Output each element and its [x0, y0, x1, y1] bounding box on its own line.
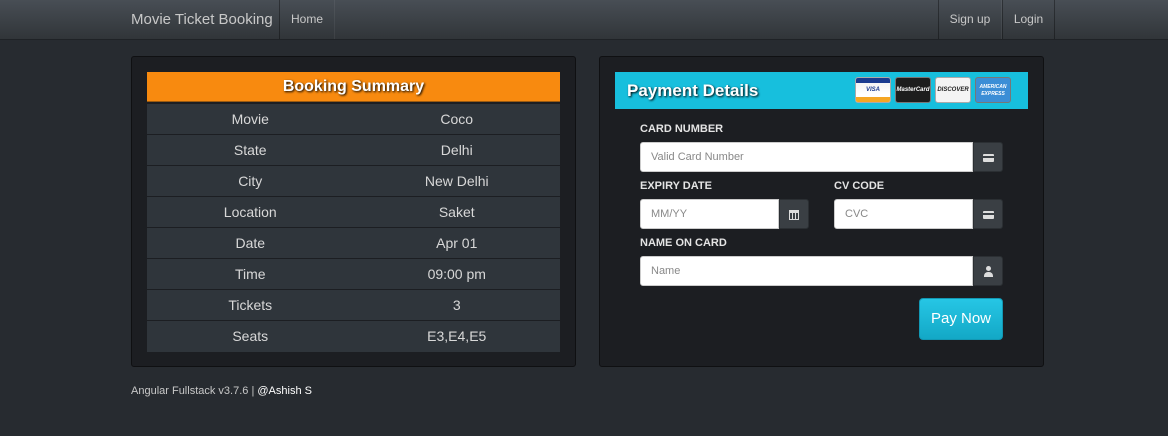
row-label: State: [147, 134, 354, 166]
row-label: Seats: [147, 320, 354, 352]
payment-title: Payment Details: [627, 81, 759, 100]
row-value: Apr 01: [353, 227, 560, 259]
user-icon: [983, 266, 994, 278]
row-value: 3: [353, 289, 560, 321]
row-label: Location: [147, 196, 354, 228]
expiry-date-group: [640, 199, 809, 229]
card-number-input[interactable]: [640, 142, 973, 172]
card-number-group: [640, 142, 1003, 172]
row-value: Coco: [353, 103, 560, 135]
row-value: Delhi: [353, 134, 560, 166]
credit-card-icon: [982, 153, 994, 162]
row-label: Movie: [147, 103, 354, 135]
row-value: Saket: [353, 196, 560, 228]
table-row: City New Delhi: [147, 165, 560, 197]
card-number-label: CARD NUMBER: [640, 123, 724, 135]
nav-home-link[interactable]: Home: [279, 0, 335, 39]
nav-signup-link[interactable]: Sign up: [938, 0, 1002, 39]
table-row: Tickets 3: [147, 289, 560, 321]
row-label: Time: [147, 258, 354, 290]
nav-login-link[interactable]: Login: [1002, 0, 1055, 39]
author-link[interactable]: @Ashish S: [257, 385, 312, 397]
row-label: City: [147, 165, 354, 197]
payment-panel: Payment Details VISA MasterCard DISCOVER…: [599, 56, 1044, 367]
user-addon: [973, 256, 1003, 286]
table-row: Date Apr 01: [147, 227, 560, 259]
row-label: Tickets: [147, 289, 354, 321]
cv-code-input[interactable]: [834, 199, 973, 229]
expiry-date-input[interactable]: [640, 199, 779, 229]
footer-text: Angular Fullstack v3.7.6 |: [131, 385, 258, 397]
table-row: Movie Coco: [147, 103, 560, 135]
cv-code-label: CV CODE: [834, 180, 885, 192]
calendar-addon: [779, 199, 809, 229]
navbar: Movie Ticket Booking Home Sign up Login: [0, 0, 1168, 40]
payment-header: Payment Details VISA MasterCard DISCOVER…: [615, 72, 1028, 109]
amex-card-icon: AMERICAN EXPRESS: [975, 77, 1011, 103]
booking-summary-title: Booking Summary: [147, 72, 560, 102]
brand-link[interactable]: Movie Ticket Booking: [131, 0, 273, 39]
row-value: New Delhi: [353, 165, 560, 197]
card-addon: [973, 142, 1003, 172]
cv-code-group: [834, 199, 1003, 229]
mastercard-card-icon: MasterCard: [895, 77, 931, 103]
expiry-date-label: EXPIRY DATE: [640, 180, 712, 192]
table-row: Time 09:00 pm: [147, 258, 560, 290]
name-on-card-group: [640, 256, 1003, 286]
visa-card-icon: VISA: [855, 77, 891, 103]
table-row: State Delhi: [147, 134, 560, 166]
row-value: 09:00 pm: [353, 258, 560, 290]
booking-summary-table: Movie Coco State Delhi City New Delhi Lo…: [147, 103, 560, 352]
row-value: E3,E4,E5: [353, 320, 560, 352]
footer: Angular Fullstack v3.7.6 | @Ashish S: [131, 385, 312, 397]
credit-card-icon: [982, 210, 994, 219]
table-row: Location Saket: [147, 196, 560, 228]
name-on-card-input[interactable]: [640, 256, 973, 286]
pay-now-button[interactable]: Pay Now: [919, 298, 1003, 340]
name-on-card-label: NAME ON CARD: [640, 237, 727, 249]
row-label: Date: [147, 227, 354, 259]
discover-card-icon: DISCOVER: [935, 77, 971, 103]
table-row: Seats E3,E4,E5: [147, 320, 560, 352]
booking-summary-panel: Booking Summary Movie Coco State Delhi C…: [131, 56, 576, 367]
cv-card-addon: [973, 199, 1003, 229]
calendar-icon: [789, 209, 799, 220]
